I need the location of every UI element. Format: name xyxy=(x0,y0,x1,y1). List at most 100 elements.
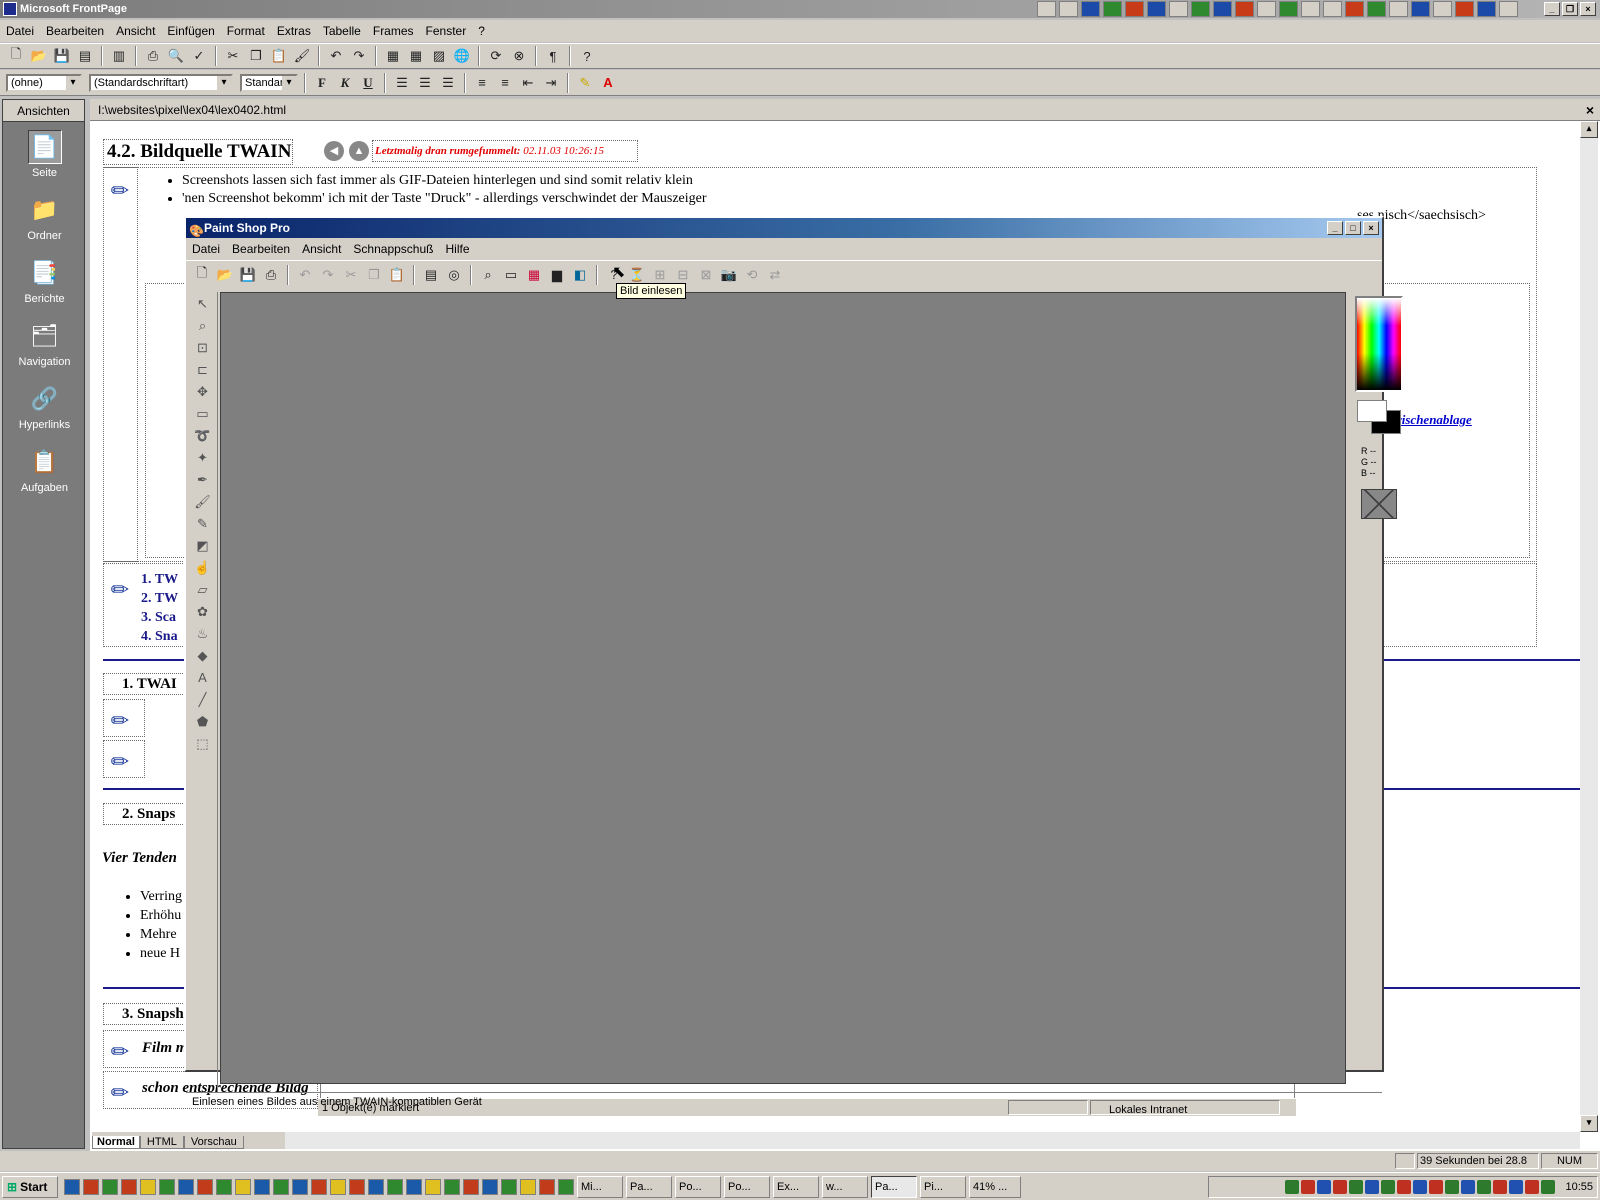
view-hyperlinks[interactable]: 🔗 Hyperlinks xyxy=(3,374,86,437)
menu-bearbeiten[interactable]: Bearbeiten xyxy=(40,24,110,38)
zoom-tool-icon[interactable]: ⌕ xyxy=(191,315,215,336)
menu-tabelle[interactable]: Tabelle xyxy=(317,24,367,38)
print-icon[interactable]: ⎙ xyxy=(261,265,281,285)
layers-icon[interactable]: ◧ xyxy=(570,265,590,285)
menu-frames[interactable]: Frames xyxy=(367,24,420,38)
psp-maximize-button[interactable]: □ xyxy=(1345,221,1361,235)
redo-icon[interactable]: ↷ xyxy=(318,265,338,285)
align-left-icon[interactable]: ☰ xyxy=(392,73,412,93)
font-combo[interactable]: (Standardschriftart) xyxy=(89,73,233,92)
crop-tool-icon[interactable]: ⊏ xyxy=(191,359,215,380)
task-button[interactable]: Mi... xyxy=(577,1175,623,1198)
move-tool-icon[interactable]: ✥ xyxy=(191,381,215,402)
menu-extras[interactable]: Extras xyxy=(271,24,317,38)
start-button[interactable]: ⊞ Start xyxy=(2,1175,58,1198)
size-combo[interactable]: Standard xyxy=(240,73,298,92)
restore-button[interactable]: ❐ xyxy=(1562,2,1578,16)
lasso-tool-icon[interactable]: ➰ xyxy=(191,425,215,446)
overview-icon[interactable]: ▭ xyxy=(501,265,521,285)
close-button[interactable]: × xyxy=(1580,2,1596,16)
color-picker[interactable] xyxy=(1355,296,1403,392)
horizontal-scrollbar[interactable] xyxy=(285,1132,1580,1149)
style-combo[interactable]: (ohne) xyxy=(6,73,82,92)
vertical-scrollbar[interactable]: ▴ ▾ xyxy=(1580,121,1598,1132)
align-right-icon[interactable]: ☰ xyxy=(438,73,458,93)
decrease-indent-icon[interactable]: ⇤ xyxy=(518,73,538,93)
magic-wand-icon[interactable]: ✦ xyxy=(191,447,215,468)
retouch-tool-icon[interactable]: ☝ xyxy=(191,557,215,578)
arrow-tool-icon[interactable]: ↖ xyxy=(191,293,215,314)
task-button[interactable]: 41% ... xyxy=(969,1175,1021,1198)
task-button[interactable]: Po... xyxy=(724,1175,770,1198)
psp-menu-datei[interactable]: Datei xyxy=(186,242,226,256)
scroll-up-icon[interactable]: ▴ xyxy=(1580,121,1598,138)
font-color-icon[interactable]: A xyxy=(598,73,618,93)
psp-close-button[interactable]: × xyxy=(1363,221,1379,235)
insert-table-icon[interactable]: ▦ xyxy=(406,46,426,66)
back-arrow-icon[interactable]: ◀ xyxy=(324,141,344,161)
toc-item[interactable]: 1. TW xyxy=(141,570,178,589)
underline-button[interactable]: U xyxy=(358,73,378,93)
psp-menu-schnappschuss[interactable]: Schnappschuß xyxy=(347,242,439,256)
fg-bg-color-swatches[interactable] xyxy=(1355,398,1403,436)
paste-icon[interactable]: 📋 xyxy=(387,265,407,285)
tab-preview[interactable]: Vorschau xyxy=(183,1136,244,1149)
color-palette-icon[interactable]: ▦ xyxy=(524,265,544,285)
align-center-icon[interactable]: ☰ xyxy=(415,73,435,93)
view-tasks[interactable]: 📋 Aufgaben xyxy=(3,437,86,500)
print-icon[interactable]: ⎙ xyxy=(143,46,163,66)
view-folders[interactable]: 📁 Ordner xyxy=(3,185,86,248)
browse-icon[interactable]: ▤ xyxy=(421,265,441,285)
deform-icon[interactable]: ⊠ xyxy=(696,265,716,285)
quick-launch[interactable] xyxy=(64,1178,574,1195)
toc-item[interactable]: 4. Sna xyxy=(141,627,178,646)
arrange-icon[interactable]: ⇄ xyxy=(765,265,785,285)
eraser-tool-icon[interactable]: ▱ xyxy=(191,579,215,600)
clone-brush-icon[interactable]: ✎ xyxy=(191,513,215,534)
insert-component-icon[interactable]: ▦ xyxy=(383,46,403,66)
tab-normal[interactable]: Normal xyxy=(92,1136,140,1149)
paintbrush-tool-icon[interactable]: 🖌 xyxy=(191,491,215,512)
psp-minimize-button[interactable]: _ xyxy=(1327,221,1343,235)
spelling-icon[interactable]: ✓ xyxy=(189,46,209,66)
selection-tool-icon[interactable]: ▭ xyxy=(191,403,215,424)
scroll-down-icon[interactable]: ▾ xyxy=(1580,1115,1598,1132)
menu-fenster[interactable]: Fenster xyxy=(420,24,473,38)
increase-indent-icon[interactable]: ⇥ xyxy=(541,73,561,93)
toc-item[interactable]: 2. TW xyxy=(141,589,178,608)
minimize-button[interactable]: _ xyxy=(1544,2,1560,16)
deform-tool-icon[interactable]: ⊡ xyxy=(191,337,215,358)
undo-icon[interactable]: ↶ xyxy=(326,46,346,66)
numbered-list-icon[interactable]: ≡ xyxy=(472,73,492,93)
bold-button[interactable]: F xyxy=(312,73,332,93)
line-tool-icon[interactable]: ╱ xyxy=(191,689,215,710)
paste-icon[interactable]: 📋 xyxy=(269,46,289,66)
text-tool-icon[interactable]: A xyxy=(191,667,215,688)
office-shortcut-bar[interactable] xyxy=(1037,1,1518,17)
show-all-icon[interactable]: ¶ xyxy=(543,46,563,66)
refresh-icon[interactable]: ⟳ xyxy=(486,46,506,66)
cut-icon[interactable]: ✂ xyxy=(223,46,243,66)
menu-einfuegen[interactable]: Einfügen xyxy=(161,24,220,38)
flood-fill-icon[interactable]: ◆ xyxy=(191,645,215,666)
rotate-icon[interactable]: ⟲ xyxy=(742,265,762,285)
camera-icon[interactable]: 📷 xyxy=(719,265,739,285)
bullet-list-icon[interactable]: ≡ xyxy=(495,73,515,93)
tab-html[interactable]: HTML xyxy=(139,1136,184,1149)
capture-icon[interactable]: ◎ xyxy=(444,265,464,285)
menu-ansicht[interactable]: Ansicht xyxy=(110,24,161,38)
menu-datei[interactable]: Datei xyxy=(0,24,40,38)
psp-menu-ansicht[interactable]: Ansicht xyxy=(296,242,347,256)
dropper-tool-icon[interactable]: ✒ xyxy=(191,469,215,490)
task-button-active[interactable]: Pa... xyxy=(871,1175,917,1198)
hyperlink-icon[interactable]: 🌐 xyxy=(452,46,472,66)
open-icon[interactable]: 📂 xyxy=(215,265,235,285)
clock[interactable]: 10:55 xyxy=(1565,1181,1593,1193)
toc-item[interactable]: 3. Sca xyxy=(141,608,178,627)
copy-icon[interactable]: ❐ xyxy=(246,46,266,66)
highlight-icon[interactable]: ✎ xyxy=(575,73,595,93)
task-button[interactable]: Pi... xyxy=(920,1175,966,1198)
menu-help[interactable]: ? xyxy=(472,24,491,38)
task-button[interactable]: w... xyxy=(822,1175,868,1198)
view-reports[interactable]: 📑 Berichte xyxy=(3,248,86,311)
